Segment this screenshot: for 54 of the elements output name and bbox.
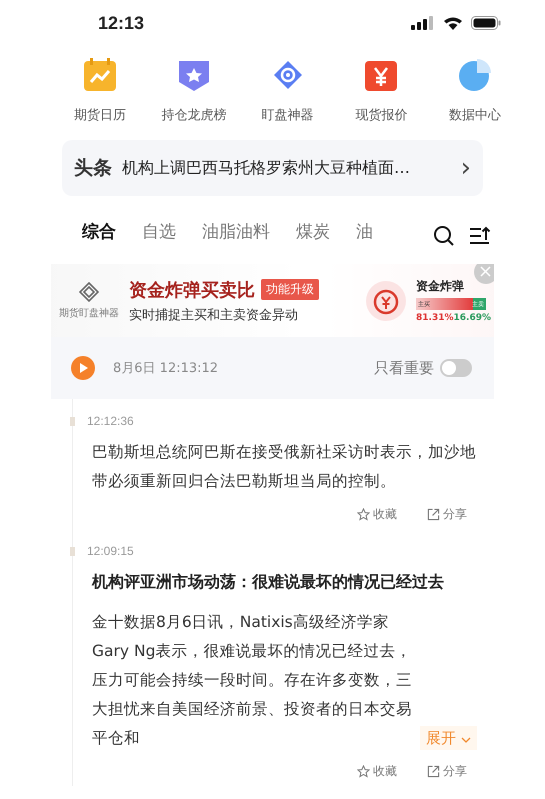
share-button[interactable]: 分享: [427, 763, 467, 780]
favorite-button[interactable]: 收藏: [357, 763, 397, 780]
important-toggle[interactable]: [440, 359, 472, 377]
wifi-icon: [443, 16, 463, 30]
share-icon: [427, 508, 440, 521]
expand-button[interactable]: 展开: [420, 726, 477, 750]
timeline-marker: [70, 546, 75, 556]
star-icon: [357, 508, 370, 521]
headline-card[interactable]: 头条 机构上调巴西马托格罗索州大豆种植面… ›: [62, 140, 483, 196]
widget-title: 资金炸弹: [416, 278, 465, 295]
buy-percent: 81.31%: [416, 313, 454, 323]
ad-tag: 功能升级: [261, 279, 319, 300]
chevron-right-icon: ›: [460, 155, 471, 181]
play-icon[interactable]: [71, 356, 95, 380]
news-title: 机构评亚洲市场动荡：很难说最坏的情况已经过去: [92, 571, 445, 593]
category-tab[interactable]: 自选: [142, 220, 176, 252]
ad-title: 资金炸弹买卖比: [129, 278, 255, 302]
sort-icon[interactable]: [469, 225, 491, 247]
diamond-logo-icon: [79, 282, 99, 302]
favorite-button[interactable]: 收藏: [357, 506, 397, 523]
shortcut-item[interactable]: 数据中心: [435, 58, 515, 134]
shortcut-item[interactable]: 现货报价: [341, 58, 422, 134]
timeline-date: 8月6日 12:13:12: [113, 360, 220, 377]
news-body: 金十数据8月6日讯，Natixis高级经济学家Gary Ng表示，很难说最坏的情况已经过去，压力可能会持续一段时间。存在许多变数，三大担忧来自美国经济前景、投资者的日本交易平仓和: [92, 612, 413, 749]
sell-percent: 16.69%: [454, 313, 491, 323]
pie-chart-icon: [458, 58, 492, 92]
category-tab[interactable]: 油: [356, 220, 373, 252]
yen-coin-icon: [366, 280, 406, 320]
close-icon[interactable]: [474, 264, 494, 284]
news-time: 12:09:15: [87, 544, 134, 558]
filter-label: 只看重要: [374, 358, 434, 378]
search-icon[interactable]: [433, 225, 455, 247]
calendar-icon: [83, 58, 117, 92]
news-body: 巴勒斯坦总统阿巴斯在接受俄新社采访时表示，加沙地带必须重新回归合法巴勒斯坦当局的控制。: [92, 442, 477, 492]
timeline-marker: [70, 416, 75, 426]
headline-text: 机构上调巴西马托格罗索州大豆种植面…: [122, 158, 411, 178]
category-tab[interactable]: 油脂油料: [202, 220, 270, 252]
ad-subtitle: 实时捕捉主买和主卖资金异动: [129, 306, 299, 324]
share-button[interactable]: 分享: [427, 506, 467, 523]
category-tab[interactable]: 煤炭: [296, 220, 330, 252]
headline-logo: 头条: [74, 156, 112, 181]
star-icon: [357, 765, 370, 778]
share-icon: [427, 765, 440, 778]
battery-icon: [471, 16, 501, 30]
signal-icon: [411, 16, 435, 30]
yen-card-icon: [364, 58, 398, 92]
shortcut-item[interactable]: 持仓龙虎榜: [154, 58, 234, 134]
shortcut-item[interactable]: 盯盘神器: [248, 58, 328, 134]
news-time: 12:12:36: [87, 414, 134, 428]
chevron-down-icon: [461, 737, 471, 743]
status-time: 12:13: [98, 12, 144, 34]
ad-brand: 期货盯盘神器: [59, 306, 119, 320]
star-badge-icon: [176, 58, 211, 92]
shortcut-item[interactable]: 期货日历: [60, 58, 140, 134]
